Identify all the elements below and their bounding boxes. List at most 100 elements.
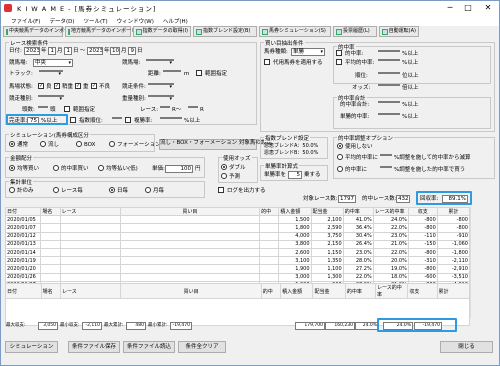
date-to-day[interactable]: 9 <box>128 47 136 55</box>
odds-double-radio[interactable] <box>221 164 227 170</box>
sim-normal-radio[interactable] <box>9 141 15 147</box>
col-date[interactable]: 日付 <box>5 283 42 299</box>
adjust-hit-radio[interactable] <box>337 166 343 172</box>
col-hit[interactable]: 的中 <box>260 283 282 299</box>
table-row[interactable]: 2020/01/19 3,100 1,350 28.0% 20.0% -310 -2,110 <box>4 256 471 266</box>
col-hit-rate[interactable]: 的中率 <box>342 206 374 217</box>
calc-power-input[interactable]: 5 <box>288 171 302 179</box>
history-button[interactable]: 投票履歴(L) <box>333 26 377 37</box>
col-race-hit-rate[interactable]: レース的中率 <box>375 283 409 299</box>
clear-conditions-button[interactable]: 条件全クリア <box>178 341 226 353</box>
close-button[interactable]: 閉じる <box>440 341 493 353</box>
col-venue[interactable]: 場名 <box>40 283 62 299</box>
date-to-year[interactable]: 2023 <box>87 47 103 55</box>
results-scrollbar[interactable] <box>470 207 477 283</box>
hit-rate-input[interactable] <box>378 50 400 52</box>
menu-window[interactable]: ウィンドウ(W) <box>117 17 154 25</box>
col-payout[interactable]: 配当金 <box>310 206 344 217</box>
col-cumulative[interactable]: 累計 <box>436 283 471 299</box>
col-bet[interactable]: 買い目 <box>119 206 261 217</box>
import-central-button[interactable]: 中央競馬データのインポート(J) <box>3 26 79 37</box>
col-payout[interactable]: 配当金 <box>312 283 346 299</box>
date-from-month[interactable]: 1 <box>48 47 56 55</box>
menu-help[interactable]: ヘルプ(H) <box>163 17 188 25</box>
bet-type-select[interactable]: 単勝 <box>291 48 325 56</box>
win-hit-input[interactable] <box>378 113 400 115</box>
col-cumulative[interactable]: 累計 <box>436 206 471 217</box>
index-rank-input[interactable] <box>112 117 122 119</box>
col-stake[interactable]: 積入金額 <box>278 206 312 217</box>
hit-rate-bet-radio[interactable] <box>53 165 59 171</box>
flow-target-button[interactable]: 流し・BOX・フォーメーション 対象馬の設定 <box>159 139 272 150</box>
show-rate-checkbox[interactable] <box>125 117 131 123</box>
distance-range-checkbox[interactable] <box>196 70 202 76</box>
col-date[interactable]: 日付 <box>4 206 42 217</box>
distance-input[interactable] <box>163 70 181 72</box>
weight-type-select[interactable] <box>148 95 174 102</box>
agg-month-radio[interactable] <box>145 187 151 193</box>
table-row[interactable]: 2020/01/14 2,600 1,150 23.0% 22.0% -800 -1,800 <box>4 247 471 258</box>
adjust-avg-radio[interactable] <box>337 154 343 160</box>
agg-total-radio[interactable] <box>9 187 15 193</box>
load-conditions-button[interactable]: 条件ファイル読込 <box>123 341 175 353</box>
import-local-button[interactable]: 地方競馬データのインポート(N) <box>65 26 144 37</box>
simulation-button[interactable]: 馬券シミュレーション(S) <box>259 26 331 37</box>
table-row[interactable]: 2020/01/20 1,900 1,100 27.2% 19.0% -800 -2,910 <box>4 264 471 274</box>
col-race[interactable]: レース <box>60 283 122 299</box>
run-simulation-button[interactable]: シミュレーション <box>5 341 58 353</box>
sim-box-radio[interactable] <box>76 141 82 147</box>
headcount-input[interactable] <box>38 106 48 108</box>
date-to-month[interactable]: 10 <box>110 47 120 55</box>
fetch-index-button[interactable]: 指数データの取得(I) <box>133 26 191 37</box>
even-payout-radio[interactable] <box>98 165 104 171</box>
table-row[interactable]: 2020/01/12 4,000 3,750 30.4% 23.0% -110 -910 <box>4 231 471 241</box>
close-button[interactable]: ✕ <box>481 2 495 13</box>
date-from-day[interactable]: 1 <box>64 47 72 55</box>
going-slightly-heavy-checkbox[interactable]: ✓ <box>54 83 60 89</box>
race-type-select[interactable] <box>38 95 64 102</box>
going-heavy-checkbox[interactable]: ✓ <box>75 83 81 89</box>
minimize-button[interactable]: ─ <box>443 2 457 13</box>
adjust-none-radio[interactable] <box>337 143 343 149</box>
sim-flow-radio[interactable] <box>40 141 46 147</box>
col-hit[interactable]: 的中 <box>259 206 280 217</box>
hit-total-input[interactable] <box>378 101 400 103</box>
maximize-button[interactable]: □ <box>461 2 475 13</box>
avg-hit-checkbox[interactable] <box>336 59 342 65</box>
col-bet[interactable]: 買い目 <box>120 283 262 299</box>
col-race[interactable]: レース <box>59 206 121 217</box>
table-row[interactable]: 2020/01/07 1,800 2,590 36.4% 22.0% -800 -800 <box>4 223 471 233</box>
race-class-select[interactable] <box>148 83 174 90</box>
table-row[interactable]: 2020/01/13 3,800 2,150 26.4% 21.0% -150 -1,060 <box>4 239 471 249</box>
racetrack-select[interactable] <box>146 59 174 66</box>
headcount-range-checkbox[interactable] <box>64 106 70 112</box>
adjust-hit-input[interactable] <box>380 166 392 168</box>
date-from-year[interactable]: 2023 <box>24 47 40 55</box>
venue-select[interactable]: 中央 <box>33 59 73 67</box>
log-output-checkbox[interactable] <box>218 187 224 193</box>
race-to-input[interactable] <box>188 106 198 108</box>
substitute-bet-checkbox[interactable] <box>264 59 270 65</box>
table-row[interactable]: 2020/01/05 1,500 2,100 41.0% 24.0% -800 -800 <box>4 215 471 225</box>
menu-file[interactable]: ファイル(F) <box>11 17 40 25</box>
odds-input[interactable] <box>378 84 400 86</box>
adjust-avg-input[interactable] <box>380 154 392 156</box>
rank-input[interactable] <box>378 72 400 74</box>
show-rate-input[interactable] <box>160 117 182 119</box>
col-race-hit-rate[interactable]: レース的中率 <box>372 206 409 217</box>
agg-day-radio[interactable] <box>109 187 115 193</box>
col-stake[interactable]: 積入金額 <box>280 283 314 299</box>
going-bad-checkbox[interactable]: ✓ <box>91 83 97 89</box>
col-balance[interactable]: 収支 <box>407 283 438 299</box>
save-conditions-button[interactable]: 条件ファイル保存 <box>68 341 120 353</box>
race-from-input[interactable] <box>160 106 170 108</box>
going-good-checkbox[interactable]: ✓ <box>38 83 44 89</box>
avg-hit-input[interactable] <box>378 59 400 61</box>
even-bet-radio[interactable] <box>9 165 15 171</box>
blend-setting-button[interactable]: 指数ブレンド設定(B) <box>193 26 257 37</box>
table-row[interactable]: 2020/01/26 3,000 1,300 22.0% 18.0% -600 -3,510 <box>4 272 471 282</box>
agg-race-radio[interactable] <box>53 187 59 193</box>
unit-price-input[interactable]: 100 <box>165 165 193 173</box>
auto-run-button[interactable]: 自動運転(A) <box>379 26 419 37</box>
detail-scrollbar[interactable] <box>470 283 477 318</box>
